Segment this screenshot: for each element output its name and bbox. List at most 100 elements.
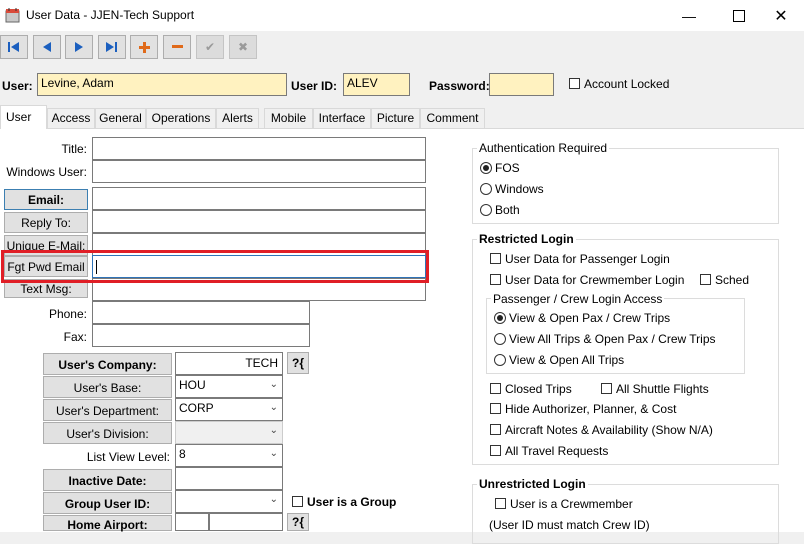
sched-checkbox[interactable] [700, 274, 711, 285]
fax-input[interactable] [92, 324, 310, 347]
close-icon: ✕ [774, 7, 788, 25]
chevron-down-icon: ⌄ [269, 402, 278, 413]
maximize-icon [733, 9, 745, 22]
all-shuttle-checkbox[interactable] [601, 383, 612, 394]
tab-general[interactable]: General [95, 108, 146, 128]
tab-operations[interactable]: Operations [146, 108, 216, 128]
maximize-button[interactable] [716, 0, 762, 31]
tab-user[interactable]: User [0, 105, 47, 129]
reply-to-button[interactable]: Reply To: [4, 212, 88, 233]
userid-field[interactable]: ALEV [343, 73, 410, 96]
lookup-icon: ?{ [292, 356, 304, 370]
list-view-level-label: List View Level: [86, 450, 170, 464]
minimize-icon: — [682, 7, 696, 24]
inactive-date-input[interactable] [175, 467, 283, 490]
is-crewmember-checkbox[interactable] [495, 498, 506, 509]
first-record-icon [8, 42, 19, 52]
reply-to-input[interactable] [92, 210, 426, 233]
users-division-select[interactable]: ⌄ [175, 421, 283, 444]
add-record-button[interactable] [130, 35, 158, 59]
user-is-group-checkbox[interactable] [292, 496, 303, 507]
users-company-input[interactable]: TECH [175, 352, 283, 375]
access-option-1-label: View & Open Pax / Crew Trips [509, 311, 671, 325]
account-locked-checkbox[interactable] [569, 78, 580, 89]
authentication-title: Authentication Required [477, 141, 610, 155]
chevron-down-icon: ⌄ [269, 379, 278, 390]
home-airport-name-input[interactable] [209, 513, 283, 531]
group-user-id-select[interactable]: ⌄ [175, 490, 283, 513]
group-user-id-button[interactable]: Group User ID: [43, 492, 172, 514]
users-base-value: HOU [179, 378, 206, 392]
previous-record-button[interactable] [33, 35, 61, 59]
delete-record-button[interactable] [163, 35, 191, 59]
title-input[interactable] [92, 137, 426, 160]
is-crewmember-label: User is a Crewmember [510, 497, 633, 511]
auth-both-radio[interactable] [480, 204, 492, 216]
sched-label: Sched [715, 273, 750, 287]
email-button[interactable]: Email: [4, 189, 88, 210]
tab-mobile[interactable]: Mobile [264, 108, 313, 128]
chevron-down-icon: ⌄ [269, 448, 278, 459]
chevron-down-icon: ⌄ [269, 494, 278, 505]
user-name-field[interactable]: Levine, Adam [37, 73, 287, 96]
first-record-button[interactable] [0, 35, 28, 59]
windows-user-label: Windows User: [6, 165, 87, 179]
save-record-button[interactable]: ✔ [196, 35, 224, 59]
last-record-icon [106, 42, 117, 52]
list-view-level-select[interactable]: 8 ⌄ [175, 444, 283, 467]
users-base-button[interactable]: User's Base: [43, 376, 172, 398]
add-record-icon [138, 41, 150, 53]
travel-requests-checkbox[interactable] [490, 445, 501, 456]
inactive-date-button[interactable]: Inactive Date: [43, 469, 172, 491]
users-company-button[interactable]: User's Company: [43, 353, 172, 375]
auth-fos-radio[interactable] [480, 162, 492, 174]
access-option-3-label: View & Open All Trips [509, 353, 625, 367]
tab-alerts[interactable]: Alerts [216, 108, 259, 128]
account-locked-label: Account Locked [584, 77, 670, 91]
users-division-button[interactable]: User's Division: [43, 422, 172, 444]
users-base-select[interactable]: HOU ⌄ [175, 375, 283, 398]
tab-access[interactable]: Access [47, 108, 95, 128]
next-record-button[interactable] [65, 35, 93, 59]
email-input[interactable] [92, 187, 426, 210]
password-field[interactable] [489, 73, 554, 96]
all-shuttle-label: All Shuttle Flights [616, 382, 709, 396]
cancel-record-icon: ✖ [237, 40, 249, 54]
windows-user-input[interactable] [92, 160, 426, 183]
last-record-button[interactable] [98, 35, 126, 59]
travel-requests-label: All Travel Requests [505, 444, 609, 458]
save-record-icon: ✔ [204, 40, 216, 54]
tab-interface[interactable]: Interface [313, 108, 371, 128]
users-department-select[interactable]: CORP ⌄ [175, 398, 283, 421]
aircraft-notes-checkbox[interactable] [490, 424, 501, 435]
minimize-button[interactable]: — [666, 0, 712, 31]
passenger-login-checkbox[interactable] [490, 253, 501, 264]
tab-picture[interactable]: Picture [371, 108, 420, 128]
company-lookup-button[interactable]: ?{ [287, 352, 309, 374]
access-option-3-radio[interactable] [494, 354, 506, 366]
auth-windows-radio[interactable] [480, 183, 492, 195]
crew-login-checkbox[interactable] [490, 274, 501, 285]
users-department-button[interactable]: User's Department: [43, 399, 172, 421]
chevron-down-icon: ⌄ [269, 425, 278, 436]
home-airport-button[interactable]: Home Airport: [43, 515, 172, 532]
passenger-login-label: User Data for Passenger Login [505, 252, 670, 266]
tab-comment[interactable]: Comment [420, 108, 485, 128]
airport-lookup-button[interactable]: ?{ [287, 513, 309, 531]
unrestricted-login-groupbox [472, 484, 779, 544]
access-option-2-radio[interactable] [494, 333, 506, 345]
userid-label: User ID: [291, 79, 338, 93]
home-airport-input[interactable] [175, 513, 209, 531]
fax-label: Fax: [63, 330, 87, 344]
phone-label: Phone: [48, 307, 87, 321]
cancel-record-button[interactable]: ✖ [229, 35, 257, 59]
closed-trips-checkbox[interactable] [490, 383, 501, 394]
password-label: Password: [429, 79, 490, 93]
access-option-1-radio[interactable] [494, 312, 506, 324]
auth-both-label: Both [495, 203, 520, 217]
close-button[interactable]: ✕ [758, 0, 804, 31]
phone-input[interactable] [92, 301, 310, 324]
crew-id-note: (User ID must match Crew ID) [489, 518, 650, 532]
users-department-value: CORP [179, 401, 214, 415]
hide-authorizer-checkbox[interactable] [490, 403, 501, 414]
